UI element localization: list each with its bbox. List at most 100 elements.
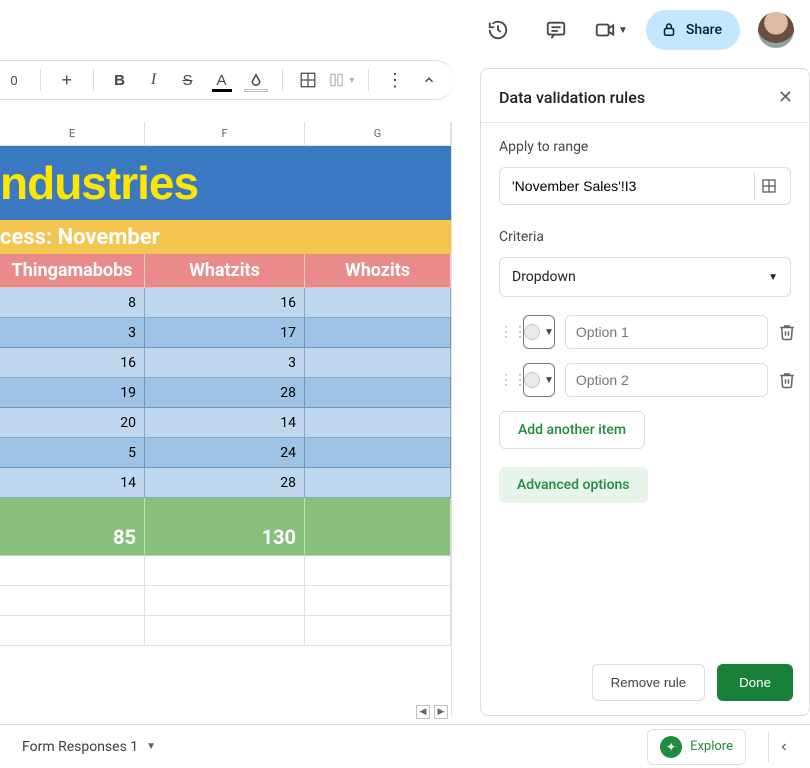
done-button[interactable]: Done [717,664,793,701]
chevron-down-icon: ▼ [544,327,554,338]
table-cell[interactable]: 14 [0,468,145,498]
criteria-select[interactable]: Dropdown ▼ [499,257,791,297]
option-text-input[interactable] [565,315,768,349]
advanced-options-button[interactable]: Advanced options [499,467,648,503]
table-cell[interactable] [0,586,145,616]
table-header-row: Thingamabobs Whatzits Whozits [0,254,451,288]
column-header-row: E F G [0,122,451,146]
table-row: 3 17 [0,318,451,348]
table-cell[interactable]: 20 [0,408,145,438]
text-color-button[interactable]: A [208,66,236,94]
option-color-picker[interactable]: ▼ [523,315,555,349]
table-cell[interactable]: 16 [0,348,145,378]
table-cell[interactable] [145,556,305,586]
close-panel-button[interactable]: ✕ [778,87,793,108]
table-total-row: 85 130 [0,498,451,556]
spreadsheet-grid[interactable]: E F G ndustries cess: November Thingamab… [0,122,452,716]
add-button[interactable]: + [53,66,81,94]
history-icon[interactable] [478,10,518,50]
table-cell[interactable] [145,586,305,616]
drag-handle-icon[interactable]: ⋮⋮ [499,372,513,388]
bold-button[interactable]: B [106,66,134,94]
dropdown-option-row: ⋮⋮ ▼ [499,363,791,397]
subtitle-banner: cess: November [0,220,451,254]
table-row: 16 3 [0,348,451,378]
scroll-right-icon[interactable]: ▶ [434,705,448,719]
dropdown-option-row: ⋮⋮ ▼ [499,315,791,349]
share-label: Share [686,22,722,38]
table-cell[interactable] [0,616,145,646]
column-header[interactable]: G [305,122,451,145]
table-cell[interactable] [305,556,451,586]
share-button[interactable]: Share [646,10,740,50]
table-cell[interactable] [305,288,451,318]
chevron-down-icon: ▼ [768,272,778,283]
delete-option-button[interactable] [778,317,796,347]
tab-label: Form Responses 1 [22,739,138,755]
table-header-cell[interactable]: Whozits [305,254,451,288]
strikethrough-button[interactable]: S [174,66,202,94]
table-header-cell[interactable]: Thingamabobs [0,254,145,288]
apply-range-input[interactable] [512,178,754,194]
fill-color-button[interactable] [242,66,270,94]
collapse-toolbar-button[interactable] [415,66,443,94]
meet-dropdown[interactable]: ▼ [594,19,628,41]
column-header[interactable]: E [0,122,145,145]
table-cell[interactable] [145,616,305,646]
table-cell[interactable] [305,408,451,438]
table-cell[interactable]: 19 [0,378,145,408]
italic-button[interactable]: I [140,66,168,94]
table-cell[interactable]: 24 [145,438,305,468]
collapse-side-panel-button[interactable] [768,732,798,762]
table-total-cell[interactable]: 85 [0,498,145,556]
table-cell[interactable]: 16 [145,288,305,318]
table-total-cell[interactable] [305,498,451,556]
table-cell[interactable] [305,586,451,616]
company-title: ndustries [0,156,198,210]
table-cell[interactable]: 8 [0,288,145,318]
table-cell[interactable] [305,468,451,498]
add-item-button[interactable]: Add another item [499,411,645,449]
table-row: 19 28 [0,378,451,408]
delete-option-button[interactable] [778,365,796,395]
remove-rule-button[interactable]: Remove rule [592,664,706,701]
window-topbar: ▼ Share [0,0,810,60]
table-total-cell[interactable]: 130 [145,498,305,556]
more-toolbar-button[interactable]: ⋮ [381,66,409,94]
table-cell[interactable] [305,438,451,468]
table-cell[interactable] [305,318,451,348]
panel-footer: Remove rule Done [481,650,809,715]
table-header-cell[interactable]: Whatzits [145,254,305,288]
table-cell[interactable]: 28 [145,468,305,498]
table-cell[interactable]: 5 [0,438,145,468]
table-cell[interactable] [0,556,145,586]
column-header[interactable]: F [145,122,305,145]
table-cell[interactable]: 3 [145,348,305,378]
explore-button[interactable]: ✦ Explore [647,729,746,765]
table-cell[interactable]: 28 [145,378,305,408]
table-cell[interactable] [305,348,451,378]
table-cell[interactable]: 14 [145,408,305,438]
table-cell[interactable]: 17 [145,318,305,348]
title-banner: ndustries [0,146,451,220]
panel-header: Data validation rules ✕ [481,69,809,123]
drag-handle-icon[interactable]: ⋮⋮ [499,324,513,340]
option-text-input[interactable] [565,363,768,397]
subtitle-text: cess: November [0,225,160,250]
avatar[interactable] [758,12,794,48]
scroll-left-icon[interactable]: ◀ [416,705,430,719]
tab-form-responses[interactable]: Form Responses 1 ▼ [12,733,166,761]
zoom-value[interactable]: 0 [0,66,28,94]
table-cell[interactable] [305,378,451,408]
comment-icon[interactable] [536,10,576,50]
table-cell[interactable] [305,616,451,646]
color-swatch-icon [524,372,540,388]
borders-button[interactable] [294,66,322,94]
horizontal-scrollbar[interactable]: ◀ ▶ [0,704,452,720]
table-cell[interactable]: 3 [0,318,145,348]
option-color-picker[interactable]: ▼ [523,363,555,397]
apply-range-field[interactable] [499,167,791,205]
select-range-icon[interactable] [754,172,782,200]
merge-cells-button[interactable]: ▼ [328,66,356,94]
table-row: 5 24 [0,438,451,468]
